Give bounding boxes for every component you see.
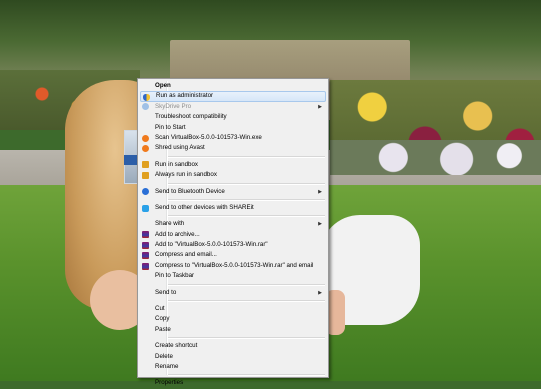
menu-item-share-with[interactable]: Share with ▶ (140, 219, 326, 229)
menu-item-compress-to-rar-and-email[interactable]: Compress to "VirtualBox-5.0.0-101573-Win… (140, 261, 326, 271)
sandbox-icon (142, 161, 149, 169)
menu-item-label: Pin to Start (155, 123, 186, 131)
menu-item-send-to-bluetooth[interactable]: Send to Bluetooth Device ▶ (140, 187, 326, 197)
menu-item-label: Compress to "VirtualBox-5.0.0-101573-Win… (155, 261, 314, 269)
menu-item-run-in-sandbox[interactable]: Run in sandbox (140, 160, 326, 170)
menu-item-label: Create shortcut (155, 342, 198, 350)
menu-item-add-to-rar[interactable]: Add to "VirtualBox-5.0.0-101573-Win.rar" (140, 240, 326, 250)
menu-separator (168, 198, 325, 201)
menu-item-troubleshoot-compatibility[interactable]: Troubleshoot compatibility (140, 112, 326, 122)
menu-item-shred-avast[interactable]: Shred using Avast (140, 143, 326, 153)
avast-icon (142, 134, 149, 142)
menu-separator (168, 300, 325, 303)
winrar-icon (142, 252, 149, 260)
menu-item-label: Scan VirtualBox-5.0.0-101573-Win.exe (155, 133, 262, 141)
menu-item-label: Run as administrator (156, 92, 214, 100)
menu-separator (168, 215, 325, 218)
menu-separator (168, 374, 325, 377)
menu-item-run-as-administrator[interactable]: Run as administrator (140, 91, 326, 102)
menu-item-label: Always run in sandbox (155, 171, 217, 179)
winrar-icon (142, 241, 149, 249)
avast-icon (142, 145, 149, 153)
menu-item-label: Send to Bluetooth Device (155, 187, 225, 195)
menu-item-always-run-in-sandbox[interactable]: Always run in sandbox (140, 170, 326, 180)
menu-item-label: Send to other devices with SHAREit (155, 203, 254, 211)
menu-item-label: Open (155, 82, 171, 89)
menu-item-label: Run in sandbox (155, 160, 198, 168)
menu-item-label: Shred using Avast (155, 144, 205, 152)
menu-separator (168, 155, 325, 158)
menu-item-label: Add to archive... (155, 230, 200, 238)
menu-item-skydrive-pro[interactable]: SkyDrive Pro ▶ (140, 102, 326, 112)
menu-item-open[interactable]: Open (140, 81, 326, 91)
menu-item-add-to-archive[interactable]: Add to archive... (140, 230, 326, 240)
wallpaper-hedge (330, 140, 541, 175)
winrar-icon (142, 231, 149, 239)
menu-item-label: Cut (155, 305, 165, 313)
menu-item-pin-to-start[interactable]: Pin to Start (140, 123, 326, 133)
menu-item-label: Pin to Taskbar (155, 272, 195, 280)
menu-item-label: Troubleshoot compatibility (155, 113, 227, 121)
menu-item-label: Compress and email... (155, 251, 217, 259)
menu-item-label: Paste (155, 325, 171, 333)
menu-item-label: Delete (155, 352, 173, 360)
submenu-arrow-icon: ▶ (318, 188, 322, 195)
menu-item-send-to[interactable]: Send to ▶ (140, 288, 326, 298)
shareit-icon (142, 204, 149, 212)
menu-item-create-shortcut[interactable]: Create shortcut (140, 341, 326, 351)
submenu-arrow-icon: ▶ (318, 103, 322, 110)
submenu-arrow-icon: ▶ (318, 221, 322, 228)
menu-separator (168, 337, 325, 340)
menu-item-delete[interactable]: Delete (140, 352, 326, 362)
menu-item-label: Share with (155, 220, 185, 228)
menu-item-cut[interactable]: Cut (140, 304, 326, 314)
menu-item-label: Add to "VirtualBox-5.0.0-101573-Win.rar" (155, 241, 268, 249)
menu-item-label: SkyDrive Pro (155, 102, 192, 110)
submenu-arrow-icon: ▶ (318, 289, 322, 296)
bluetooth-icon (142, 188, 149, 196)
uac-shield-icon (143, 94, 150, 102)
menu-item-scan-avast[interactable]: Scan VirtualBox-5.0.0-101573-Win.exe (140, 133, 326, 143)
menu-item-send-with-shareit[interactable]: Send to other devices with SHAREit (140, 203, 326, 213)
menu-separator (168, 182, 325, 185)
menu-item-paste[interactable]: Paste (140, 325, 326, 335)
menu-item-label: Properties (155, 379, 184, 387)
menu-item-compress-and-email[interactable]: Compress and email... (140, 250, 326, 260)
menu-separator (168, 283, 325, 286)
winrar-icon (142, 262, 149, 270)
menu-item-rename[interactable]: Rename (140, 362, 326, 372)
menu-item-properties[interactable]: Properties (140, 378, 326, 388)
menu-item-label: Rename (155, 362, 179, 370)
menu-item-label: Copy (155, 315, 170, 323)
skydrive-icon (142, 103, 149, 111)
context-menu: Open Run as administrator SkyDrive Pro ▶ … (137, 78, 329, 386)
menu-item-label: Send to (155, 288, 177, 296)
menu-item-copy[interactable]: Copy (140, 314, 326, 324)
menu-item-pin-to-taskbar[interactable]: Pin to Taskbar (140, 271, 326, 281)
sandbox-icon (142, 171, 149, 179)
